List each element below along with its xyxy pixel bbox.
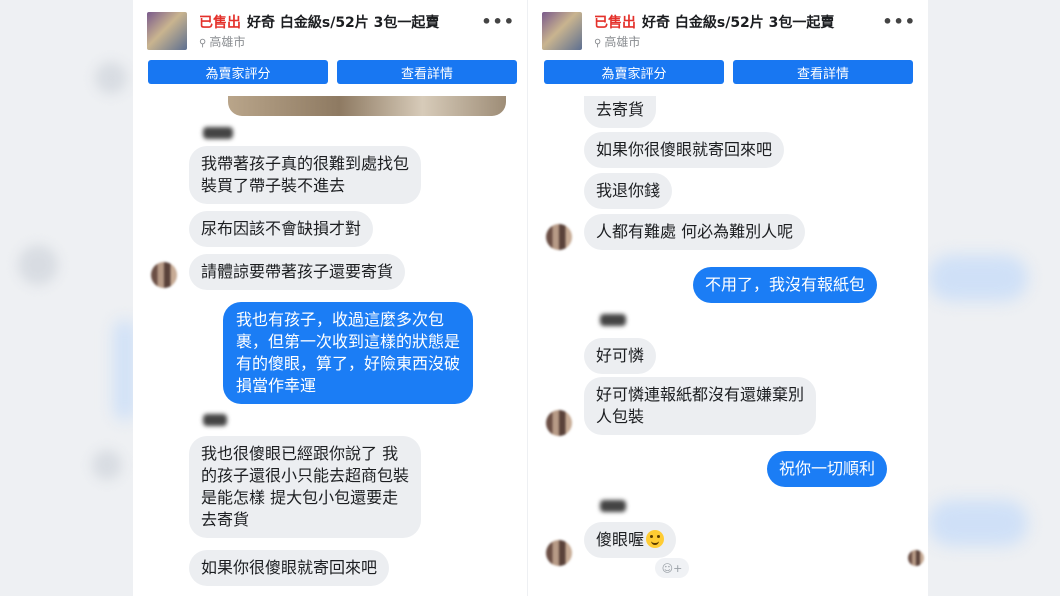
background-blur	[18, 245, 58, 285]
message-text: 傻眼喔	[596, 530, 645, 549]
my-message-bubble: 我也有孩子，收過這麼多次包 裹，但第一次收到這樣的狀態是 有的傻眼，算了，好險東…	[223, 302, 474, 404]
sender-avatar[interactable]	[546, 224, 572, 250]
listing-thumbnail[interactable]	[147, 12, 187, 50]
listing-title-line: 已售出 好奇 白金級s/52片 3包一起賣	[594, 12, 834, 32]
location-text: 高雄市	[209, 35, 246, 49]
message-bubble: 傻眼喔	[584, 522, 677, 558]
background-blur	[92, 450, 122, 480]
rate-seller-button[interactable]: 為賣家評分	[544, 60, 724, 84]
chat-panel-right: 已售出 好奇 白金級s/52片 3包一起賣 ⚲ 高雄市 ••• 為賣家評分 查看詳情…	[528, 0, 928, 596]
my-message-bubble: 祝你一切順利	[767, 451, 888, 487]
sender-avatar	[908, 550, 924, 566]
background-blur	[95, 62, 127, 94]
listing-title-line: 已售出 好奇 白金級s/52片 3包一起賣	[199, 12, 439, 32]
more-options-icon[interactable]: •••	[882, 12, 916, 31]
message-bubble: 請體諒要帶著孩子還要寄貨	[189, 254, 406, 290]
listing-title: 好奇 白金級s/52片 3包一起賣	[642, 15, 835, 31]
sender-name-blurred	[203, 414, 227, 426]
message-bubble: 我也很傻眼已經跟你說了 我 的孩子還很小只能去超商包裝 是能怎樣 提大包小包還要…	[189, 436, 422, 538]
message-bubble: 如果你很傻眼就寄回來吧	[584, 132, 785, 168]
message-bubble: 如果你很傻眼就寄回來吧	[189, 550, 390, 586]
message-bubble: 好可憐	[584, 338, 657, 374]
sender-name-blurred	[600, 314, 626, 326]
sender-avatar[interactable]	[546, 540, 572, 566]
sender-avatar[interactable]	[151, 262, 177, 288]
add-reaction-icon[interactable]: ☺+	[655, 558, 689, 578]
listing-title: 好奇 白金級s/52片 3包一起賣	[247, 15, 440, 31]
message-bubble: 好可憐連報紙都沒有還嫌棄別 人包裝	[584, 377, 817, 435]
sender-name-blurred	[600, 500, 626, 512]
location-pin-icon: ⚲	[199, 38, 207, 49]
message-bubble: 我退你錢	[584, 173, 673, 209]
smile-emoji-icon	[646, 530, 665, 548]
message-bubble: 去寄貨	[584, 92, 657, 128]
sold-badge: 已售出	[594, 15, 636, 31]
rate-seller-button[interactable]: 為賣家評分	[148, 60, 328, 84]
message-bubble: 我帶著孩子真的很難到處找包 裝買了帶子裝不進去	[189, 146, 422, 204]
sender-name-blurred	[203, 127, 233, 139]
background-blur	[928, 255, 1028, 301]
listing-location: ⚲ 高雄市	[594, 33, 640, 50]
sold-badge: 已售出	[199, 15, 241, 31]
my-message-bubble: 不用了，我沒有報紙包	[693, 267, 878, 303]
background-blur	[928, 500, 1028, 546]
listing-header: 已售出 好奇 白金級s/52片 3包一起賣 ⚲ 高雄市 ••• 為賣家評分 查看詳情	[133, 0, 527, 96]
listing-header: 已售出 好奇 白金級s/52片 3包一起賣 ⚲ 高雄市 ••• 為賣家評分 查看詳情	[528, 0, 928, 96]
view-details-button[interactable]: 查看詳情	[337, 60, 517, 84]
message-bubble: 人都有難處 何必為難別人呢	[584, 214, 806, 250]
view-details-button[interactable]: 查看詳情	[733, 60, 913, 84]
location-pin-icon: ⚲	[594, 38, 602, 49]
sender-avatar[interactable]	[546, 410, 572, 436]
chat-panel-left: 已售出 好奇 白金級s/52片 3包一起賣 ⚲ 高雄市 ••• 為賣家評分 查看詳情…	[133, 0, 527, 596]
listing-location: ⚲ 高雄市	[199, 33, 245, 50]
listing-thumbnail[interactable]	[542, 12, 582, 50]
more-options-icon[interactable]: •••	[481, 12, 515, 31]
message-bubble: 尿布因該不會缺損才對	[189, 211, 374, 247]
location-text: 高雄市	[604, 35, 641, 49]
